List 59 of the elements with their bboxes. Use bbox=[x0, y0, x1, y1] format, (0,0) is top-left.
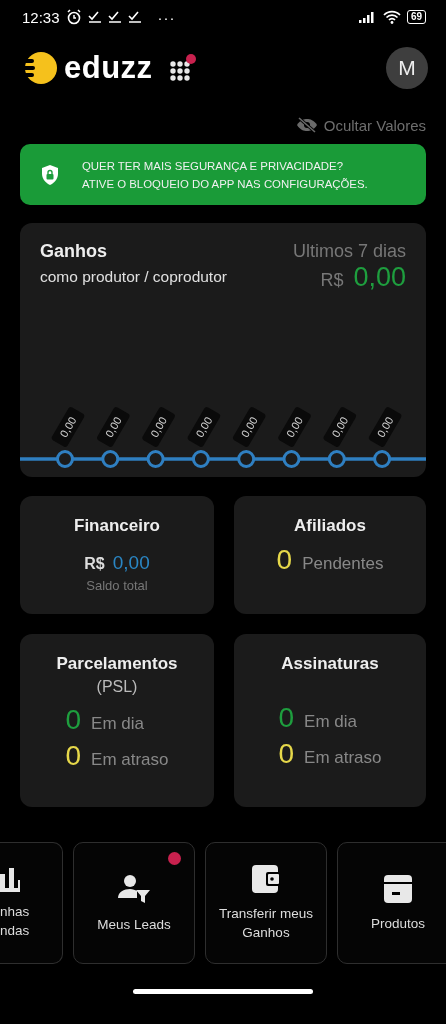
shortcut-tile[interactable]: Meus Leads bbox=[73, 842, 195, 964]
chart-point bbox=[327, 450, 346, 468]
count-label: Em dia bbox=[304, 712, 357, 732]
chart-point bbox=[282, 450, 301, 468]
person-filter-icon bbox=[117, 872, 151, 905]
count-label: Em atraso bbox=[304, 748, 382, 768]
banner-message: QUER TER MAIS SEGURANÇA E PRIVACIDADE? ATIVE O BLOQUEIO DO APP NAS CONFIGURAÇÕES. bbox=[82, 158, 368, 192]
shortcut-tile[interactable]: Produtos bbox=[337, 842, 446, 964]
count-value: 0 bbox=[65, 704, 82, 736]
hide-values-button[interactable]: Ocultar Valores bbox=[295, 114, 426, 136]
shield-lock-icon bbox=[40, 163, 60, 186]
battery-indicator: 69 bbox=[406, 10, 426, 24]
period-label: Ultimos 7 dias bbox=[292, 241, 406, 262]
wallet-icon bbox=[251, 864, 281, 894]
signal-icon bbox=[358, 11, 377, 23]
currency-label: R$ bbox=[320, 270, 344, 291]
eye-off-icon bbox=[295, 117, 318, 133]
count-label: Em dia bbox=[91, 714, 144, 734]
chart-point bbox=[56, 450, 74, 468]
card-subtitle: (PSL) bbox=[96, 678, 138, 696]
balance-caption: Saldo total bbox=[86, 578, 148, 593]
bar-chart-icon bbox=[0, 866, 20, 892]
card-title: Financeiro bbox=[74, 516, 160, 536]
logo-wordmark: eduzz bbox=[64, 50, 153, 86]
notification-dot bbox=[168, 852, 181, 865]
alarm-icon bbox=[65, 9, 82, 25]
check-icon bbox=[87, 11, 102, 23]
earnings-amount: 0,00 bbox=[353, 262, 406, 293]
chart-point bbox=[191, 450, 210, 468]
card-title: Parcelamentos bbox=[56, 654, 178, 674]
chart-point bbox=[373, 450, 392, 468]
card-title: Ganhos bbox=[40, 241, 108, 262]
count-value: 0 bbox=[278, 702, 295, 734]
balance-amount: 0,00 bbox=[112, 552, 150, 574]
status-time: 12:33 bbox=[22, 8, 60, 26]
summary-card[interactable]: Financeiro R$ 0,00 Saldo total bbox=[20, 496, 214, 614]
count-value: 0 bbox=[65, 740, 82, 772]
count-value: 0 bbox=[276, 544, 293, 576]
summary-card[interactable]: Afiliados 0 Pendentes bbox=[234, 496, 426, 614]
chart-point bbox=[146, 450, 165, 468]
summary-card[interactable]: Parcelamentos (PSL) 0 Em dia 0 Em atraso bbox=[20, 634, 214, 807]
more-notifications: ··· bbox=[157, 8, 176, 26]
box-icon bbox=[383, 873, 413, 904]
count-value: 0 bbox=[278, 738, 295, 770]
wifi-icon bbox=[382, 10, 401, 24]
check-icon bbox=[127, 11, 142, 23]
shortcut-tile[interactable]: nhas ndas bbox=[0, 842, 63, 964]
summary-card[interactable]: Assinaturas 0 Em dia 0 Em atraso bbox=[234, 634, 426, 807]
chart-point bbox=[101, 450, 120, 468]
count-label: Pendentes bbox=[302, 554, 384, 574]
card-title: Afiliados bbox=[294, 516, 366, 536]
card-title: Assinaturas bbox=[281, 654, 379, 674]
count-label: Em atraso bbox=[91, 750, 169, 770]
shortcut-tile[interactable]: Transferir meus Ganhos bbox=[205, 842, 327, 964]
check-icon bbox=[107, 11, 122, 23]
avatar[interactable]: M bbox=[386, 47, 428, 89]
card-subtitle: como produtor / coprodutor bbox=[40, 268, 227, 286]
chart-point bbox=[237, 450, 256, 468]
currency-label: R$ bbox=[84, 555, 105, 573]
